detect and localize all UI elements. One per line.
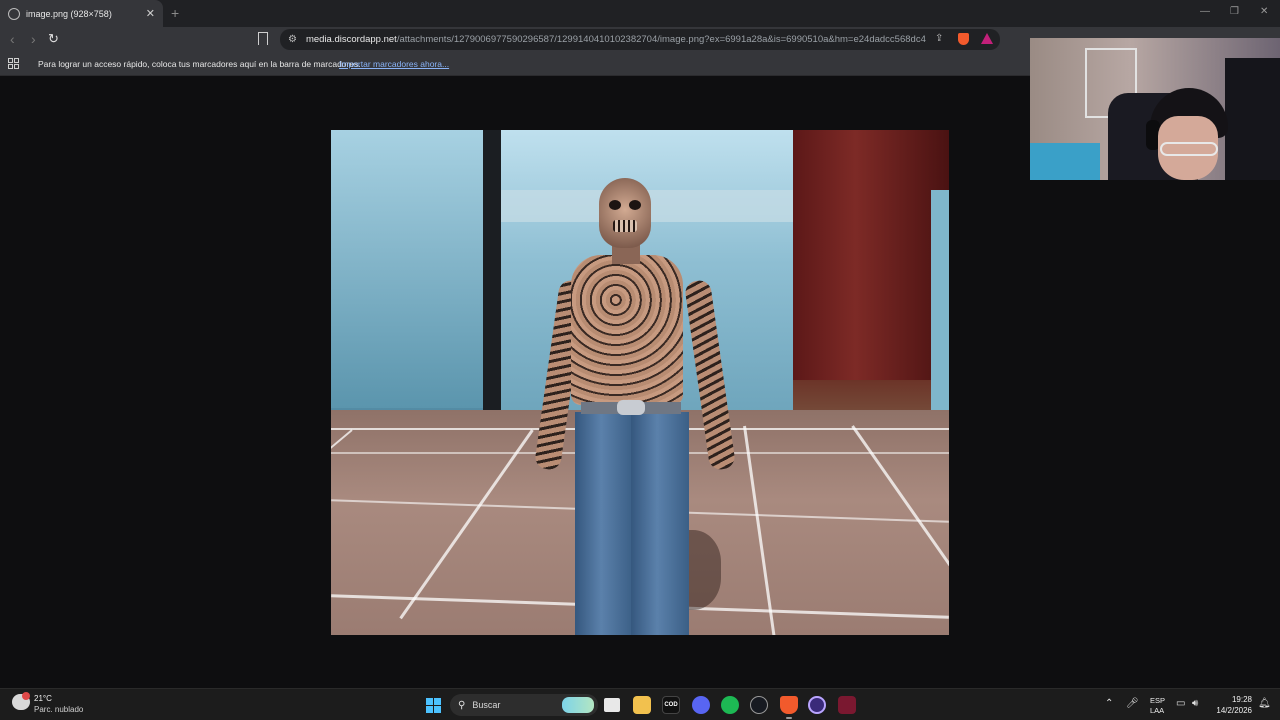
maximize-icon[interactable]: ❐ — [1230, 6, 1239, 17]
brave-rewards-icon[interactable] — [981, 33, 993, 44]
character-eye — [629, 200, 641, 210]
apps-grid-icon[interactable] — [8, 58, 19, 69]
character-leg-right — [631, 412, 689, 635]
scene-window-right — [931, 190, 949, 420]
reload-icon[interactable]: ↻ — [48, 31, 59, 47]
brave-shields-icon[interactable] — [958, 33, 969, 45]
search-icon: ⚲ — [458, 699, 466, 711]
steam-icon[interactable] — [750, 696, 768, 714]
character-head — [599, 178, 651, 248]
tab-title: image.png (928×758) — [26, 8, 112, 19]
share-icon[interactable]: ⇪ — [935, 33, 943, 44]
weather-badge — [22, 692, 30, 700]
search-highlight-icon — [562, 697, 594, 713]
discord-icon[interactable] — [692, 696, 710, 714]
network-icon[interactable]: ▭ — [1176, 698, 1185, 709]
tab-strip: image.png (928×758) ✕ + — ❐ ✕ — [0, 0, 1280, 27]
weather-condition: Parc. nublado — [34, 705, 84, 714]
search-placeholder: Buscar — [472, 700, 501, 710]
taskbar: 21°C Parc. nublado ⚲ Buscar COD ⌃ 🎤︎ ESP… — [0, 688, 1280, 720]
language-code[interactable]: ESP — [1150, 696, 1165, 705]
task-view-icon[interactable] — [604, 698, 620, 712]
globe-icon — [8, 7, 20, 20]
scene-window-left — [331, 130, 483, 408]
url-domain: media.discordapp.net — [305, 34, 397, 45]
close-tab-icon[interactable]: ✕ — [146, 7, 155, 20]
url-path: /attachments/1279006977590296587/1299140… — [396, 34, 926, 45]
new-tab-button[interactable]: + — [171, 5, 179, 21]
obs-icon[interactable] — [808, 696, 826, 714]
character-torso — [571, 255, 683, 405]
spotify-icon[interactable] — [721, 696, 739, 714]
taskbar-search[interactable]: ⚲ Buscar — [450, 694, 598, 716]
start-button[interactable] — [426, 698, 441, 713]
forward-icon[interactable]: › — [31, 31, 36, 47]
displayed-image[interactable] — [331, 130, 949, 635]
bookmark-icon[interactable] — [258, 32, 268, 45]
clock-date[interactable]: 14/2/2026 — [1214, 706, 1252, 715]
character-jaw — [613, 220, 637, 232]
game-app-icon[interactable] — [838, 696, 856, 714]
address-bar[interactable]: ⚙ media.discordapp.net/attachments/12790… — [280, 29, 1000, 50]
keyboard-layout[interactable]: LAA — [1150, 706, 1164, 715]
bookmarks-hint: Para lograr un acceso rápido, coloca tus… — [38, 59, 361, 69]
webcam-blanket — [1030, 143, 1100, 180]
clock-time[interactable]: 19:28 — [1218, 695, 1252, 704]
microphone-icon[interactable]: 🎤︎ — [1126, 698, 1139, 709]
character-eye — [609, 200, 621, 210]
call-of-duty-icon[interactable]: COD — [662, 696, 680, 714]
weather-temp: 21°C — [34, 694, 52, 703]
site-info-icon[interactable]: ⚙ — [288, 34, 297, 45]
notification-icon[interactable]: 🔔︎ — [1258, 698, 1271, 709]
file-explorer-icon[interactable] — [633, 696, 651, 714]
import-bookmarks-link[interactable]: Importar marcadores ahora... — [339, 59, 449, 69]
tab-image-png[interactable]: image.png (928×758) ✕ — [0, 0, 163, 27]
character-buckle — [617, 400, 645, 415]
url-text: media.discordapp.net/attachments/1279006… — [306, 34, 926, 45]
webcam-glasses — [1160, 142, 1218, 156]
volume-icon[interactable]: 🔊︎ — [1192, 698, 1198, 709]
chevron-up-icon[interactable]: ⌃ — [1105, 698, 1113, 709]
close-window-icon[interactable]: ✕ — [1260, 6, 1268, 17]
webcam-overlay — [1030, 38, 1280, 180]
minimize-icon[interactable]: — — [1200, 6, 1210, 17]
back-icon[interactable]: ‹ — [10, 31, 15, 47]
brave-active-indicator — [786, 717, 792, 719]
webcam-dark-area — [1225, 58, 1280, 180]
brave-icon[interactable] — [780, 696, 798, 714]
scene-frame — [483, 130, 501, 418]
character-leg-left — [575, 412, 633, 635]
